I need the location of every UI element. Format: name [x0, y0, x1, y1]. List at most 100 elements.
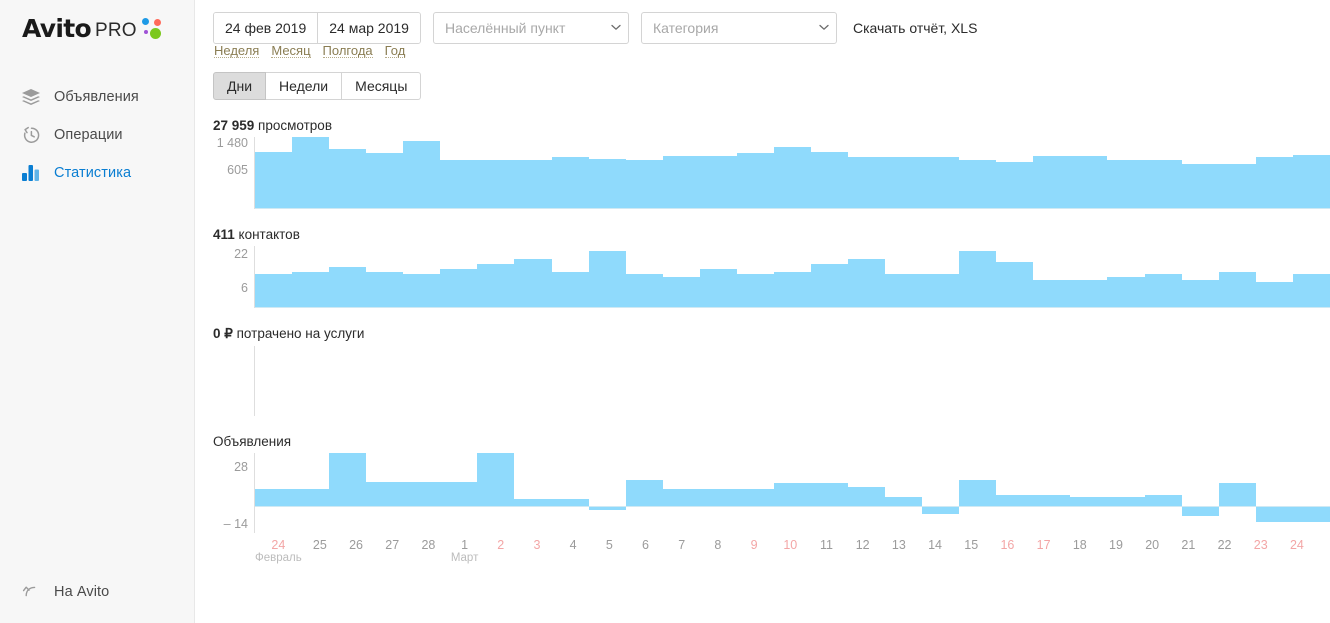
x-axis-tick: 23 [1243, 538, 1279, 559]
x-axis-day-label: 4 [569, 538, 577, 552]
chart-bar [1144, 160, 1182, 209]
chart-bar [292, 137, 330, 209]
chart-contacts-yaxis: 22 6 [213, 246, 255, 308]
chart-bar [588, 251, 626, 308]
chart-bar [1218, 271, 1256, 308]
sidebar-item-label: Объявления [54, 89, 139, 105]
x-axis-day-label: 24 [1289, 538, 1304, 552]
date-range-picker[interactable]: 24 фев 2019 24 мар 2019 [213, 11, 421, 44]
chart-bar-slot [736, 453, 774, 533]
chart-bar [885, 274, 923, 308]
sidebar-item-statistika[interactable]: Статистика [0, 154, 194, 192]
x-axis-month-label: Февраль [255, 552, 302, 564]
x-axis-tick: 24 [1279, 538, 1315, 559]
chart-bar-positive [366, 481, 404, 507]
x-axis-tick: 12 [845, 538, 881, 559]
chart-contacts-unit: контактов [234, 227, 300, 242]
chart-bar-positive [662, 489, 700, 507]
chart-bar [736, 153, 774, 209]
chart-bar-positive [1218, 483, 1256, 507]
x-axis-tick: 19 [1098, 538, 1134, 559]
chart-bar [773, 271, 811, 308]
chart-bar [1070, 156, 1108, 209]
x-axis-day-label: 26 [349, 538, 363, 552]
chart-bar-slot [1218, 453, 1256, 533]
x-axis-month-label: Март [450, 552, 479, 564]
chart-bar [922, 274, 960, 308]
chart-bar-positive [440, 481, 478, 507]
chart-bar [255, 274, 293, 308]
chart-spend-plot[interactable] [255, 346, 1330, 416]
x-axis-day-label: 1 [461, 538, 469, 552]
chart-bar [329, 266, 367, 308]
arrow-up-left-icon [20, 581, 42, 603]
quick-range-god[interactable]: Год [384, 43, 406, 58]
chart-bar [1255, 282, 1293, 308]
chart-listings-label: Объявления [213, 434, 292, 449]
sidebar-item-operatsii[interactable]: Операции [0, 116, 194, 154]
chart-listings-plot[interactable] [255, 453, 1330, 533]
x-axis-day-label: 20 [1145, 538, 1160, 552]
chart-contacts-plot[interactable] [255, 246, 1330, 308]
quick-range-mesyats[interactable]: Месяц [271, 43, 311, 58]
ytick: 22 [234, 247, 248, 261]
chart-bar [477, 159, 515, 209]
avito-pro-logo[interactable]: Avito PRO [0, 0, 194, 56]
ytick: 6 [241, 281, 248, 295]
chart-views-baseline [255, 208, 1330, 209]
ytick: 1 480 [216, 136, 248, 150]
quick-range-polgoda[interactable]: Полгода [322, 43, 373, 58]
layers-icon [20, 86, 42, 108]
x-axis-tick: 24 Февраль [255, 538, 302, 564]
chart-bar [662, 155, 700, 209]
date-from-field[interactable]: 24 фев 2019 [214, 12, 318, 43]
back-to-avito-label: На Avito [54, 584, 110, 600]
chart-bar-slot [625, 453, 663, 533]
sidebar-footer: На Avito [0, 573, 194, 611]
x-axis-tick: 17 [1026, 538, 1062, 559]
city-select[interactable]: Населённый пункт [432, 11, 629, 44]
x-axis-tick: 21 [1170, 538, 1206, 559]
x-axis-tick: 1 Март [447, 538, 483, 564]
x-axis-tick: 26 [338, 538, 374, 559]
chart-bar-slot [440, 453, 478, 533]
quick-range-nedelya[interactable]: Неделя [214, 43, 260, 58]
chart-bar [959, 251, 997, 308]
chart-bar [996, 261, 1034, 308]
tab-mesyatsy[interactable]: Месяцы [341, 72, 422, 100]
x-axis-tick: 20 [1134, 538, 1170, 559]
x-axis-day-label: 16 [1000, 538, 1015, 552]
x-axis-day-label: 22 [1217, 538, 1232, 552]
sidebar-item-obyavleniya[interactable]: Объявления [0, 78, 194, 116]
x-axis-day-label: 9 [750, 538, 758, 552]
sidebar-nav: Объявления Операции Статистика [0, 78, 194, 192]
chart-bar-slot [885, 453, 923, 533]
chart-bar [477, 264, 515, 308]
download-xls-link[interactable]: Скачать отчёт, XLS [853, 20, 977, 36]
chart-bar-negative [1181, 506, 1219, 516]
chart-contacts-baseline [255, 307, 1330, 308]
ytick: – 14 [223, 517, 248, 531]
chart-bar [329, 148, 367, 209]
chart-bar [292, 271, 330, 308]
tab-nedeli[interactable]: Недели [265, 72, 343, 100]
tab-dni[interactable]: Дни [213, 72, 267, 100]
back-to-avito-link[interactable]: На Avito [0, 573, 194, 611]
chart-views-plot[interactable] [255, 137, 1330, 209]
chart-bar-positive [551, 498, 589, 507]
logo-dots-icon [139, 16, 163, 42]
chart-bar-slot [1070, 453, 1108, 533]
category-select[interactable]: Категория [640, 11, 837, 44]
ytick: 605 [227, 163, 248, 177]
x-axis-day-label: 13 [891, 538, 906, 552]
x-axis-day-label: 6 [642, 538, 649, 552]
x-axis-tick: 4 [555, 538, 591, 559]
chart-bar-slot [403, 453, 441, 533]
chart-spend-yaxis [213, 346, 255, 416]
chart-bar-negative [922, 506, 960, 514]
category-select-placeholder: Категория [652, 19, 719, 36]
x-axis-day-label: 25 [312, 538, 327, 552]
x-axis-tick: 8 [700, 538, 736, 559]
chart-contacts: 411 контактов 22 6 [213, 227, 1330, 308]
date-to-field[interactable]: 24 мар 2019 [317, 12, 420, 43]
